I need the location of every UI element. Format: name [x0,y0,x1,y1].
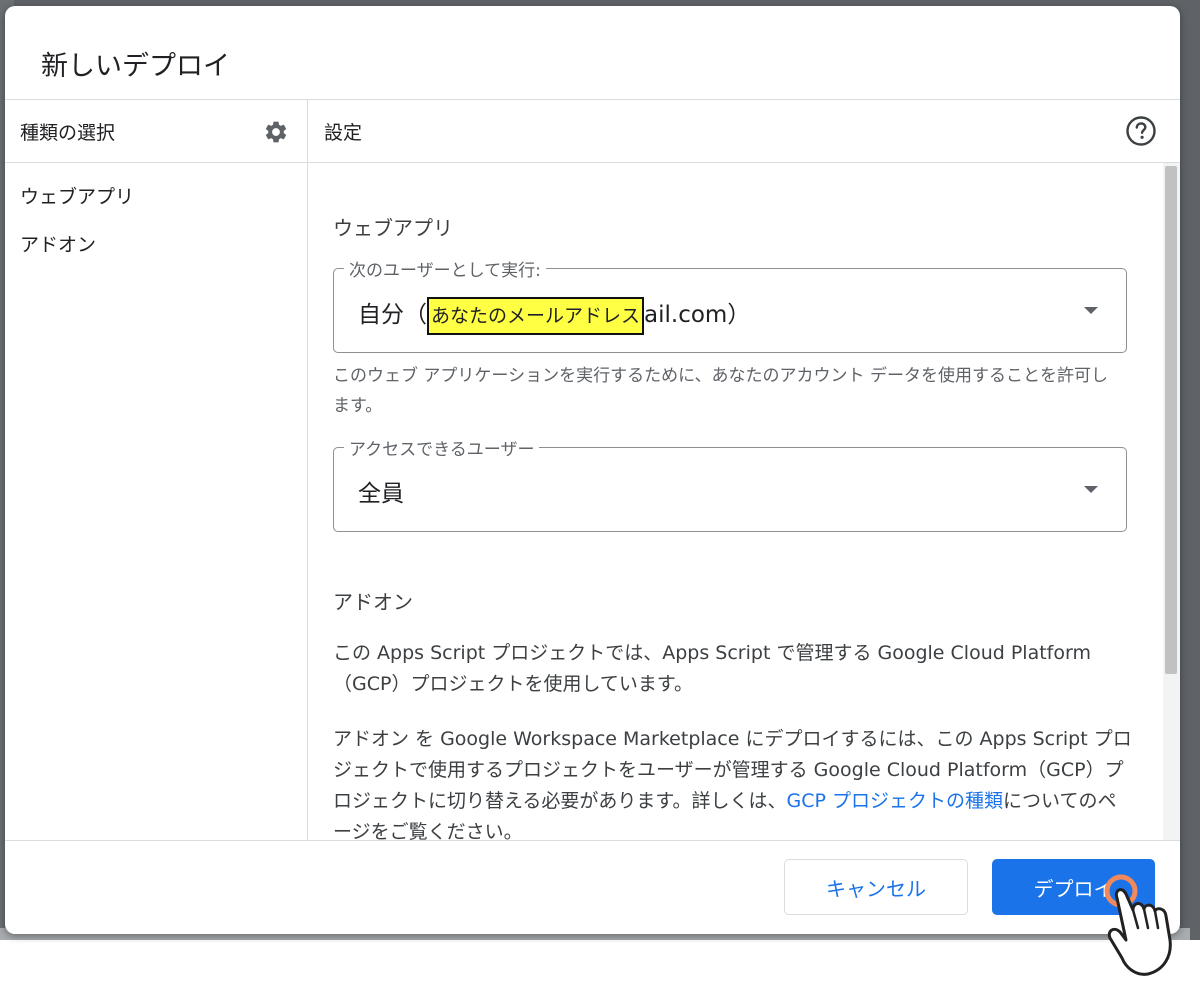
dialog-title: 新しいデプロイ [41,51,230,82]
deploy-dialog: 新しいデプロイ 種類の選択 ウェブアプリ アドオン 設定 ウェブアプリ 次のユー… [5,6,1180,934]
access-value: 全員 [358,481,404,507]
gcp-project-types-link[interactable]: GCP プロジェクトの種類 [787,790,1004,812]
access-select[interactable]: アクセスできるユーザー 全員 [333,435,1127,532]
help-icon[interactable] [1124,114,1158,148]
panel-divider [307,99,308,840]
addon-paragraph-2: アドオン を Google Workspace Marketplace にデプロ… [333,724,1133,840]
sidebar-item-webapp[interactable]: ウェブアプリ [20,182,134,209]
scrollbar-thumb[interactable] [1165,166,1177,674]
dropdown-arrow-icon [1084,486,1098,493]
addon-section-title: アドオン [333,590,413,614]
addon-paragraph-1: この Apps Script プロジェクトでは、Apps Script で管理す… [333,642,1091,695]
header-divider [5,162,1180,163]
execute-as-value-prefix: 自分（ [358,302,427,328]
footer-divider [5,840,1180,841]
title-divider [5,99,1180,100]
webapp-section-title: ウェブアプリ [333,216,453,240]
execute-as-label: 次のユーザーとして実行: [344,256,546,281]
cancel-button[interactable]: キャンセル [784,859,968,915]
execute-as-select[interactable]: 次のユーザーとして実行: 自分（ あなたのメールアドレス ail.com） [333,256,1127,353]
dropdown-arrow-icon [1084,307,1098,314]
execute-as-help: このウェブ アプリケーションを実行するために、あなたのアカウント データを使用す… [333,366,1108,416]
pointer-hand-icon [1104,874,1172,976]
sidebar-item-addon[interactable]: アドオン [20,230,96,257]
execute-as-value-suffix: ail.com） [644,302,751,328]
email-redaction-highlight: あなたのメールアドレス [427,297,645,335]
settings-heading: 設定 [324,122,363,144]
access-label: アクセスできるユーザー [344,435,540,460]
execute-as-value: 自分（ あなたのメールアドレス ail.com） [358,295,751,335]
select-type-heading: 種類の選択 [20,122,116,144]
gear-icon[interactable] [261,117,291,147]
